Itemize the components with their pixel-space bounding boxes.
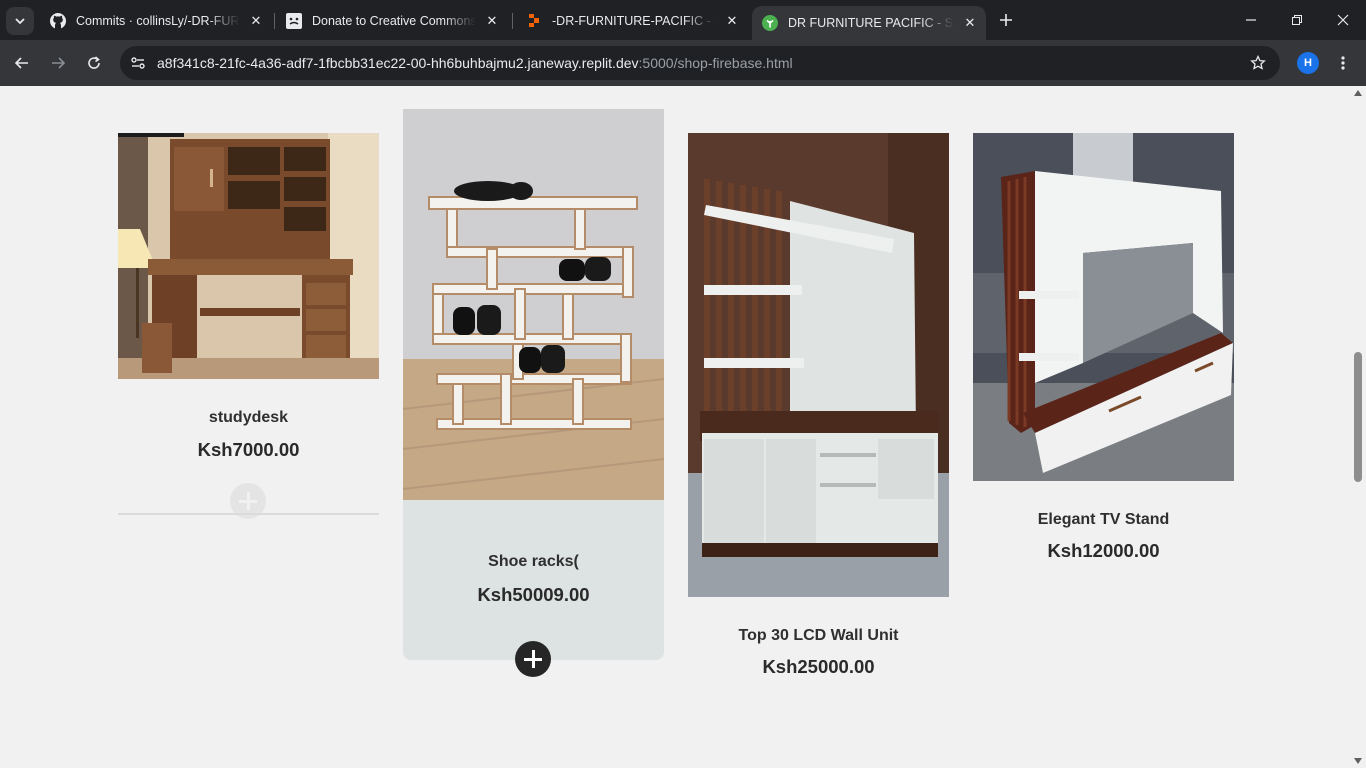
tv-stand-image[interactable] bbox=[973, 133, 1234, 481]
back-button[interactable] bbox=[8, 49, 36, 77]
study-desk-image[interactable] bbox=[118, 133, 379, 379]
product-price: Ksh7000.00 bbox=[197, 439, 300, 460]
plus-icon bbox=[1000, 14, 1012, 26]
tab-search-button[interactable] bbox=[6, 7, 34, 35]
tab-replit[interactable]: -DR-FURNITURE-PACIFIC - Replit ✕ bbox=[516, 6, 748, 36]
tab-separator bbox=[274, 13, 275, 29]
page-scrollbar[interactable] bbox=[1350, 86, 1366, 768]
lcd-wall-unit-image[interactable] bbox=[688, 133, 949, 597]
close-tab-icon[interactable]: ✕ bbox=[724, 13, 740, 29]
product-price: Ksh25000.00 bbox=[762, 656, 875, 677]
reload-icon bbox=[88, 56, 100, 69]
product-card[interactable]: Elegant TV Stand Ksh12000.00 bbox=[973, 133, 1234, 593]
product-card-hovered[interactable]: Shoe racks( Ksh50009.00 bbox=[403, 109, 664, 677]
product-price: Ksh12000.00 bbox=[1047, 540, 1160, 561]
product-name[interactable]: Elegant TV Stand bbox=[973, 511, 1234, 529]
product-price: Ksh50009.00 bbox=[477, 584, 590, 605]
product-name[interactable]: Top 30 LCD Wall Unit bbox=[688, 627, 949, 645]
chevron-down-icon bbox=[15, 18, 25, 25]
tab-separator bbox=[512, 13, 513, 29]
reload-button[interactable] bbox=[80, 49, 108, 77]
shoe-rack-image[interactable] bbox=[403, 109, 664, 500]
scroll-up-arrow-icon[interactable] bbox=[1354, 90, 1362, 96]
address-bar[interactable]: a8f341c8-21fc-4a36-adf7-1fbcbb31ec22-00-… bbox=[120, 46, 1280, 80]
browser-menu-button[interactable] bbox=[1332, 52, 1354, 74]
more-vertical-icon bbox=[1341, 56, 1345, 70]
leaf-icon bbox=[762, 15, 778, 31]
new-tab-button[interactable] bbox=[994, 8, 1018, 32]
restore-icon bbox=[1292, 15, 1302, 25]
minimize-icon bbox=[1246, 19, 1256, 21]
close-window-button[interactable] bbox=[1320, 0, 1366, 40]
github-icon bbox=[50, 13, 66, 29]
creative-commons-icon bbox=[286, 13, 302, 29]
add-to-cart-button[interactable] bbox=[515, 641, 551, 677]
tab-title: -DR-FURNITURE-PACIFIC - Replit bbox=[552, 14, 716, 28]
tab-title: Donate to Creative Commons Donate bbox=[312, 14, 476, 28]
tab-creative-commons[interactable]: Donate to Creative Commons Donate ✕ bbox=[276, 6, 508, 36]
product-card[interactable]: studydesk Ksh7000.00 bbox=[118, 133, 379, 523]
forward-button[interactable] bbox=[44, 49, 72, 77]
minimize-button[interactable] bbox=[1228, 0, 1274, 40]
scrollbar-thumb[interactable] bbox=[1354, 352, 1362, 482]
arrow-right-icon bbox=[52, 57, 66, 69]
tab-title: Commits · collinsLy/-DR-FURNITURE-PACIFI… bbox=[76, 14, 240, 28]
product-card[interactable]: Top 30 LCD Wall Unit Ksh25000.00 bbox=[688, 133, 949, 693]
tab-github-commits[interactable]: Commits · collinsLy/-DR-FURNITURE-PACIFI… bbox=[40, 6, 272, 36]
product-name[interactable]: studydesk bbox=[118, 409, 379, 427]
url-path: :5000/shop-firebase.html bbox=[638, 55, 793, 71]
card-divider bbox=[118, 513, 379, 515]
close-tab-icon[interactable]: ✕ bbox=[962, 15, 978, 31]
close-tab-icon[interactable]: ✕ bbox=[248, 13, 264, 29]
restore-button[interactable] bbox=[1274, 0, 1320, 40]
shop-page: studydesk Ksh7000.00 Shoe racks(Ksh5000… bbox=[0, 86, 1350, 768]
tab-strip: Commits · collinsLy/-DR-FURNITURE-PACIFI… bbox=[0, 0, 1366, 40]
tab-shop-active[interactable]: DR FURNITURE PACIFIC - Shop ✕ bbox=[752, 6, 986, 40]
bookmark-star-icon[interactable] bbox=[1248, 53, 1268, 73]
site-info-icon[interactable] bbox=[128, 53, 148, 73]
url-host: a8f341c8-21fc-4a36-adf7-1fbcbb31ec22-00-… bbox=[157, 55, 639, 71]
arrow-left-icon bbox=[14, 57, 28, 69]
browser-toolbar: a8f341c8-21fc-4a36-adf7-1fbcbb31ec22-00-… bbox=[0, 40, 1366, 86]
product-name[interactable]: Shoe racks( bbox=[403, 553, 664, 571]
scroll-down-arrow-icon[interactable] bbox=[1354, 758, 1362, 764]
tab-title: DR FURNITURE PACIFIC - Shop bbox=[788, 16, 954, 30]
close-icon bbox=[1337, 14, 1349, 26]
profile-avatar[interactable]: H bbox=[1297, 52, 1319, 74]
replit-icon bbox=[526, 13, 542, 29]
url-text[interactable]: a8f341c8-21fc-4a36-adf7-1fbcbb31ec22-00-… bbox=[157, 55, 793, 71]
close-tab-icon[interactable]: ✕ bbox=[484, 13, 500, 29]
